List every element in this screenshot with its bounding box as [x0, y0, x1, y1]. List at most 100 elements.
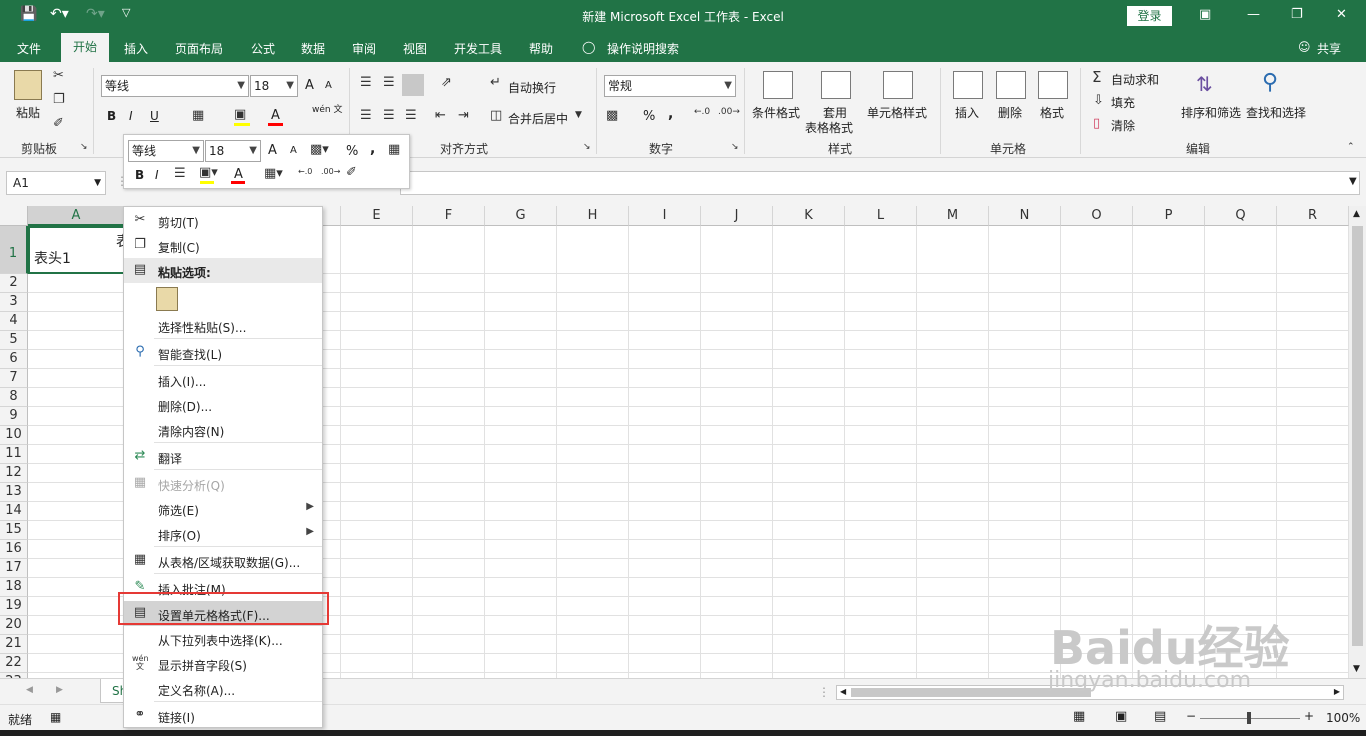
insert-cells-button[interactable]: 插入 — [955, 104, 979, 121]
scroll-down-icon[interactable]: ▼ — [1353, 664, 1360, 674]
menu-paste-special[interactable]: 选择性粘贴(S)... — [124, 313, 322, 338]
column-header-o[interactable]: O — [1061, 206, 1133, 226]
select-all-corner[interactable] — [0, 206, 28, 226]
tab-page-layout[interactable]: 页面布局 — [175, 40, 223, 57]
column-header-l[interactable]: L — [845, 206, 917, 226]
format-cells-icon[interactable] — [1038, 71, 1068, 99]
align-center-icon[interactable]: ☰ — [383, 108, 395, 123]
fill-button[interactable]: 填充 — [1111, 94, 1135, 111]
font-size-combo[interactable]: 18 ▼ — [250, 75, 298, 97]
mini-format-table-icon[interactable]: ▦ — [388, 142, 400, 157]
row-header-9[interactable]: 9 — [0, 407, 28, 426]
scroll-right-icon[interactable]: ▶ — [1334, 687, 1340, 696]
name-box[interactable]: A1 ▼ — [6, 171, 106, 195]
row-header-4[interactable]: 4 — [0, 312, 28, 331]
menu-cut[interactable]: ✂ 剪切(T) — [124, 208, 322, 233]
menu-get-data[interactable]: ▦ 从表格/区域获取数据(G)... — [124, 548, 322, 573]
column-header-k[interactable]: K — [773, 206, 845, 226]
merge-center-icon[interactable]: ◫ — [490, 108, 502, 123]
font-color-button[interactable]: A — [271, 108, 280, 123]
italic-button[interactable]: I — [129, 109, 133, 123]
row-header-3[interactable]: 3 — [0, 293, 28, 312]
row-header-11[interactable]: 11 — [0, 445, 28, 464]
align-top-icon[interactable]: ☰ — [360, 75, 372, 90]
percent-button[interactable]: % — [643, 109, 655, 124]
tab-data[interactable]: 数据 — [301, 40, 325, 57]
row-header-14[interactable]: 14 — [0, 502, 28, 521]
cell-a1[interactable]: 表头1 — [34, 248, 71, 268]
mini-comma[interactable]: , — [370, 141, 375, 157]
mini-grow-font[interactable]: A — [268, 143, 277, 158]
row-header-13[interactable]: 13 — [0, 483, 28, 502]
autosum-icon[interactable]: Σ — [1092, 68, 1101, 86]
merge-center-button[interactable]: 合并后居中 — [508, 110, 568, 127]
macro-record-icon[interactable]: ▦ — [50, 710, 61, 724]
shrink-font-button[interactable]: A — [325, 80, 332, 91]
font-name-combo[interactable]: 等线 ▼ — [101, 75, 249, 97]
clear-button[interactable]: 清除 — [1111, 117, 1135, 134]
insert-cells-icon[interactable] — [953, 71, 983, 99]
column-header-i[interactable]: I — [629, 206, 701, 226]
mini-border-icon[interactable]: ▦▾ — [264, 166, 283, 181]
conditional-format-icon[interactable] — [763, 71, 793, 99]
tab-view[interactable]: 视图 — [403, 40, 427, 57]
row-header-17[interactable]: 17 — [0, 559, 28, 578]
mini-font-color[interactable]: A — [234, 167, 243, 182]
mini-shrink-font[interactable]: A — [290, 145, 297, 156]
menu-define-name[interactable]: 定义名称(A)... — [124, 676, 322, 701]
column-header-q[interactable]: Q — [1205, 206, 1277, 226]
format-as-table-icon[interactable] — [821, 71, 851, 99]
next-sheet-icon[interactable]: ▶ — [56, 685, 63, 695]
column-header-f[interactable]: F — [413, 206, 485, 226]
autosum-button[interactable]: 自动求和 — [1111, 71, 1159, 88]
align-bottom-selected[interactable] — [402, 74, 424, 96]
menu-filter[interactable]: 筛选(E) ▶ — [124, 496, 322, 521]
decrease-decimal-icon[interactable]: .00→ — [718, 107, 740, 117]
mini-align-center-icon[interactable]: ☰ — [174, 166, 186, 181]
close-icon[interactable]: ✕ — [1336, 7, 1347, 22]
page-break-view-icon[interactable]: ▤ — [1154, 709, 1166, 724]
conditional-format-button[interactable]: 条件格式 — [752, 104, 800, 121]
paste-option-icon[interactable] — [156, 287, 178, 311]
minimize-icon[interactable]: — — [1247, 7, 1260, 22]
row-header-21[interactable]: 21 — [0, 635, 28, 654]
formula-input[interactable] — [400, 171, 1360, 195]
row-header-16[interactable]: 16 — [0, 540, 28, 559]
currency-icon[interactable]: ▩ — [606, 108, 618, 123]
cell-styles-icon[interactable] — [883, 71, 913, 99]
mini-size-combo[interactable]: 18 ▼ — [205, 140, 261, 162]
row-header-6[interactable]: 6 — [0, 350, 28, 369]
vertical-scrollbar[interactable]: ▲ ▼ — [1349, 206, 1366, 678]
comma-button[interactable]: , — [668, 106, 673, 122]
sort-filter-button[interactable]: 排序和筛选 — [1181, 104, 1241, 121]
alignment-launcher-icon[interactable]: ↘ — [583, 142, 591, 152]
row-header-10[interactable]: 10 — [0, 426, 28, 445]
row-header-1[interactable]: 1 — [0, 226, 28, 274]
paste-icon[interactable] — [14, 70, 42, 100]
underline-button[interactable]: U — [150, 109, 159, 123]
cut-icon[interactable]: ✂ — [53, 68, 64, 83]
align-left-icon[interactable]: ☰ — [360, 108, 372, 123]
row-header-22[interactable]: 22 — [0, 654, 28, 673]
mini-bold[interactable]: B — [135, 168, 144, 182]
share-button[interactable]: 共享 — [1317, 40, 1341, 57]
menu-insert[interactable]: 插入(I)... — [124, 367, 322, 392]
menu-clear-contents[interactable]: 清除内容(N) — [124, 417, 322, 442]
copy-icon[interactable]: ❐ — [53, 92, 65, 107]
column-header-r[interactable]: R — [1277, 206, 1349, 226]
row-header-15[interactable]: 15 — [0, 521, 28, 540]
menu-phonetic[interactable]: wén 文显示拼音字段(S) — [124, 651, 322, 676]
tab-insert[interactable]: 插入 — [124, 40, 148, 57]
format-as-table-label-2[interactable]: 表格格式 — [805, 119, 853, 136]
mini-format-painter-icon[interactable]: ✐ — [346, 165, 357, 180]
tab-developer[interactable]: 开发工具 — [454, 40, 502, 57]
mini-decrease-decimal-icon[interactable]: .00→ — [321, 167, 340, 176]
wrap-text-icon[interactable]: ↵ — [490, 75, 501, 90]
menu-sort[interactable]: 排序(O) ▶ — [124, 521, 322, 546]
eraser-icon[interactable]: ▯ — [1093, 116, 1100, 131]
find-select-button[interactable]: 查找和选择 — [1246, 104, 1306, 121]
zoom-in-icon[interactable]: + — [1304, 709, 1314, 723]
mini-italic[interactable]: I — [155, 168, 159, 182]
chevron-down-icon[interactable]: ▼ — [575, 110, 582, 120]
page-layout-view-icon[interactable]: ▣ — [1115, 709, 1127, 724]
